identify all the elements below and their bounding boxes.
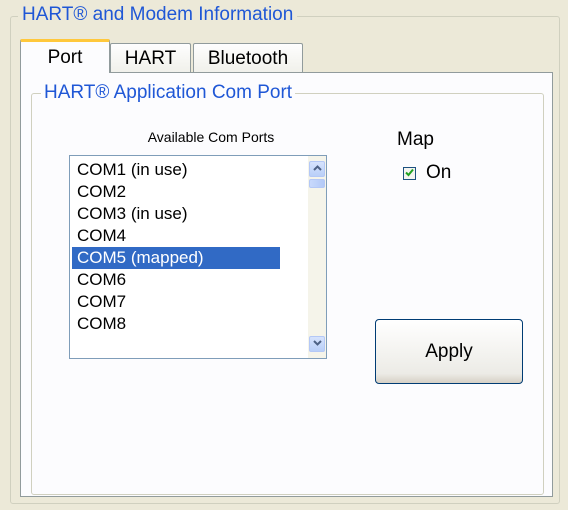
scroll-down-button[interactable] <box>309 336 325 352</box>
scrollbar-thumb[interactable] <box>309 179 325 188</box>
scroll-up-button[interactable] <box>309 161 325 177</box>
apply-button[interactable]: Apply <box>375 319 523 384</box>
map-on-label[interactable]: On <box>426 162 451 184</box>
list-item[interactable]: COM8 <box>72 313 280 335</box>
list-item[interactable]: COM1 (in use) <box>72 159 280 181</box>
list-item[interactable]: COM6 <box>72 269 280 291</box>
port-tab-panel: HART® Application Com Port Available Com… <box>20 72 553 497</box>
list-item[interactable]: COM3 (in use) <box>72 203 280 225</box>
chevron-up-icon <box>312 164 322 174</box>
map-on-checkbox-row[interactable]: On <box>403 162 451 184</box>
com-ports-list: COM1 (in use) COM2 COM3 (in use) COM4 COM5 (… <box>72 159 280 335</box>
tab-port[interactable]: Port <box>20 39 110 73</box>
tab-bluetooth[interactable]: Bluetooth <box>193 43 303 73</box>
map-on-checkbox[interactable] <box>403 164 416 182</box>
com-ports-listbox[interactable]: COM1 (in use) COM2 COM3 (in use) COM4 COM5 (… <box>69 155 327 359</box>
hart-modem-group-title: HART® and Modem Information <box>18 4 298 26</box>
list-item[interactable]: COM5 (mapped) <box>72 247 280 269</box>
listbox-scrollbar[interactable] <box>308 156 326 358</box>
com-port-group-title: HART® Application Com Port <box>41 82 296 104</box>
available-com-ports-label: Available Com Ports <box>147 129 275 145</box>
list-item[interactable]: COM2 <box>72 181 280 203</box>
chevron-down-icon <box>312 339 322 349</box>
map-label: Map <box>397 129 434 150</box>
list-item[interactable]: COM7 <box>72 291 280 313</box>
check-icon <box>405 164 414 182</box>
tab-hart[interactable]: HART <box>110 43 191 73</box>
list-item[interactable]: COM4 <box>72 225 280 247</box>
